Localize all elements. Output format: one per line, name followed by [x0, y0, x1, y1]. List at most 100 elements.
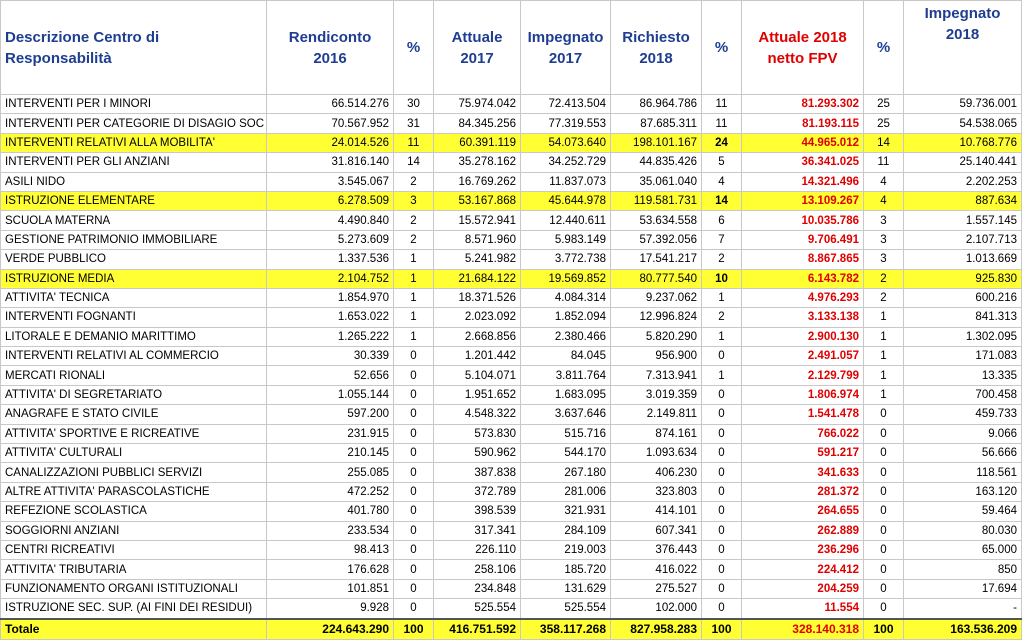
cell-impegnato-2017[interactable]: 267.180	[520, 462, 611, 483]
cell-impegnato-2017[interactable]: 515.716	[520, 423, 611, 445]
cell-rendiconto-2016[interactable]: 30.339	[266, 346, 394, 367]
cell-descrizione[interactable]: INTERVENTI RELATIVI AL COMMERCIO	[0, 346, 267, 367]
cell-attuale-2017[interactable]: 2.668.856	[433, 326, 521, 348]
cell-richiesto-2018[interactable]: 12.996.824	[610, 307, 702, 328]
cell-richiesto-2018[interactable]: 956.900	[610, 346, 702, 367]
cell-attuale-2017[interactable]: 258.106	[433, 559, 521, 580]
cell-attuale-2018-netto-fpv[interactable]: 281.372	[741, 481, 864, 503]
cell-pct-3[interactable]: 3	[863, 210, 904, 231]
cell-pct-2[interactable]: 11	[701, 113, 742, 134]
cell-pct-2[interactable]: 0	[701, 404, 742, 425]
cell-pct-3[interactable]: 0	[863, 598, 904, 620]
cell-pct-1[interactable]: 0	[393, 462, 434, 483]
cell-attuale-2018-netto-fpv[interactable]: 6.143.782	[741, 268, 864, 289]
cell-pct-1[interactable]: 30	[393, 93, 434, 115]
cell-impegnato-2018[interactable]: 163.120	[903, 481, 1022, 503]
cell-pct-1[interactable]: 0	[393, 384, 434, 406]
cell-pct-2[interactable]: 5	[701, 152, 742, 173]
cell-attuale-2018-netto-fpv[interactable]: 81.193.115	[741, 113, 864, 134]
cell-descrizione[interactable]: MERCATI RIONALI	[0, 365, 267, 386]
cell-impegnato-2018[interactable]: 59.736.001	[903, 93, 1022, 115]
cell-pct-1[interactable]: 2	[393, 171, 434, 192]
cell-impegnato-2017[interactable]: 525.554	[520, 598, 611, 620]
cell-descrizione[interactable]: INTERVENTI RELATIVI ALLA MOBILITA'	[0, 132, 267, 154]
cell-attuale-2017[interactable]: 5.104.071	[433, 365, 521, 386]
cell-descrizione[interactable]: ANAGRAFE E STATO CIVILE	[0, 404, 267, 425]
cell-attuale-2018-netto-fpv[interactable]: 4.976.293	[741, 287, 864, 309]
cell-attuale-2017[interactable]: 75.974.042	[433, 93, 521, 115]
cell-attuale-2017[interactable]: 60.391.119	[433, 132, 521, 154]
cell-descrizione[interactable]: ATTIVITA' SPORTIVE E RICREATIVE	[0, 423, 267, 445]
cell-descrizione[interactable]: ATTIVITA' DI SEGRETARIATO	[0, 384, 267, 406]
cell-impegnato-2017[interactable]: 321.931	[520, 501, 611, 522]
cell-attuale-2017[interactable]: 18.371.526	[433, 287, 521, 309]
cell-pct-3[interactable]: 0	[863, 481, 904, 503]
cell-pct-2[interactable]: 0	[701, 539, 742, 561]
cell-pct-3[interactable]: 0	[863, 578, 904, 600]
cell-attuale-2018-netto-fpv[interactable]: 766.022	[741, 423, 864, 445]
cell-rendiconto-2016[interactable]: 2.104.752	[266, 268, 394, 289]
cell-rendiconto-2016[interactable]: 70.567.952	[266, 113, 394, 134]
cell-descrizione[interactable]: INTERVENTI FOGNANTI	[0, 307, 267, 328]
cell-pct-2[interactable]: 14	[701, 190, 742, 212]
cell-impegnato-2017[interactable]: 72.413.504	[520, 93, 611, 115]
cell-pct-2[interactable]: 0	[701, 559, 742, 580]
cell-impegnato-2018[interactable]: 54.538.065	[903, 113, 1022, 134]
cell-pct-1[interactable]: 2	[393, 229, 434, 251]
cell-descrizione[interactable]: LITORALE E DEMANIO MARITTIMO	[0, 326, 267, 348]
cell-richiesto-2018[interactable]: 416.022	[610, 559, 702, 580]
cell-impegnato-2017[interactable]: 2.380.466	[520, 326, 611, 348]
cell-pct-3[interactable]: 3	[863, 229, 904, 251]
cell-pct-3[interactable]: 1	[863, 365, 904, 386]
cell-attuale-2018-netto-fpv[interactable]: 236.296	[741, 539, 864, 561]
cell-rendiconto-2016[interactable]: 9.928	[266, 598, 394, 620]
cell-descrizione[interactable]: SOGGIORNI ANZIANI	[0, 520, 267, 541]
cell-pct-1[interactable]: 0	[393, 539, 434, 561]
cell-pct-1[interactable]: 0	[393, 520, 434, 541]
cell-pct-1[interactable]: 0	[393, 501, 434, 522]
cell-pct-2[interactable]: 4	[701, 171, 742, 192]
cell-rendiconto-2016[interactable]: 231.915	[266, 423, 394, 445]
header-attuale-2017[interactable]: Attuale 2017	[433, 0, 521, 95]
cell-impegnato-2018[interactable]: 700.458	[903, 384, 1022, 406]
cell-richiesto-2018[interactable]: 80.777.540	[610, 268, 702, 289]
cell-impegnato-2017[interactable]: 4.084.314	[520, 287, 611, 309]
cell-attuale-2018-netto-fpv[interactable]: 10.035.786	[741, 210, 864, 231]
cell-richiesto-2018[interactable]: 9.237.062	[610, 287, 702, 309]
cell-pct-1[interactable]: 1	[393, 249, 434, 270]
header-rendiconto-2016[interactable]: Rendiconto 2016	[266, 0, 394, 95]
cell-attuale-2018-netto-fpv[interactable]: 36.341.025	[741, 152, 864, 173]
cell-pct-1[interactable]: 0	[393, 443, 434, 464]
cell-pct-1[interactable]: 0	[393, 598, 434, 620]
cell-impegnato-2017[interactable]: 11.837.073	[520, 171, 611, 192]
cell-pct-3[interactable]: 3	[863, 249, 904, 270]
cell-impegnato-2018[interactable]: 1.302.095	[903, 326, 1022, 348]
cell-richiesto-2018[interactable]: 198.101.167	[610, 132, 702, 154]
cell-attuale-2018-netto-fpv[interactable]: 9.706.491	[741, 229, 864, 251]
cell-impegnato-2017[interactable]: 34.252.729	[520, 152, 611, 173]
cell-attuale-2017[interactable]: 8.571.960	[433, 229, 521, 251]
cell-pct-2[interactable]: 2	[701, 307, 742, 328]
cell-pct-3[interactable]: 1	[863, 307, 904, 328]
cell-pct-2[interactable]: 11	[701, 93, 742, 115]
cell-impegnato-2018[interactable]: 80.030	[903, 520, 1022, 541]
cell-richiesto-2018[interactable]: 102.000	[610, 598, 702, 620]
cell-attuale-2017[interactable]: 525.554	[433, 598, 521, 620]
cell-richiesto-2018[interactable]: 57.392.056	[610, 229, 702, 251]
cell-attuale-2017[interactable]: 1.951.652	[433, 384, 521, 406]
cell-rendiconto-2016[interactable]: 3.545.067	[266, 171, 394, 192]
cell-pct-2[interactable]: 0	[701, 346, 742, 367]
cell-impegnato-2017[interactable]: 54.073.640	[520, 132, 611, 154]
cell-pct-2[interactable]: 0	[701, 598, 742, 620]
cell-impegnato-2017[interactable]: 185.720	[520, 559, 611, 580]
cell-descrizione[interactable]: ISTRUZIONE MEDIA	[0, 268, 267, 289]
cell-descrizione[interactable]: ATTIVITA' CULTURALI	[0, 443, 267, 464]
cell-pct-3[interactable]: 0	[863, 559, 904, 580]
cell-attuale-2018-netto-fpv[interactable]: 204.259	[741, 578, 864, 600]
cell-rendiconto-2016[interactable]: 4.490.840	[266, 210, 394, 231]
cell-impegnato-2018[interactable]: 1.013.669	[903, 249, 1022, 270]
cell-pct-2[interactable]: 10	[701, 268, 742, 289]
cell-pct-2[interactable]: 24	[701, 132, 742, 154]
cell-rendiconto-2016[interactable]: 5.273.609	[266, 229, 394, 251]
cell-rendiconto-2016[interactable]: 98.413	[266, 539, 394, 561]
